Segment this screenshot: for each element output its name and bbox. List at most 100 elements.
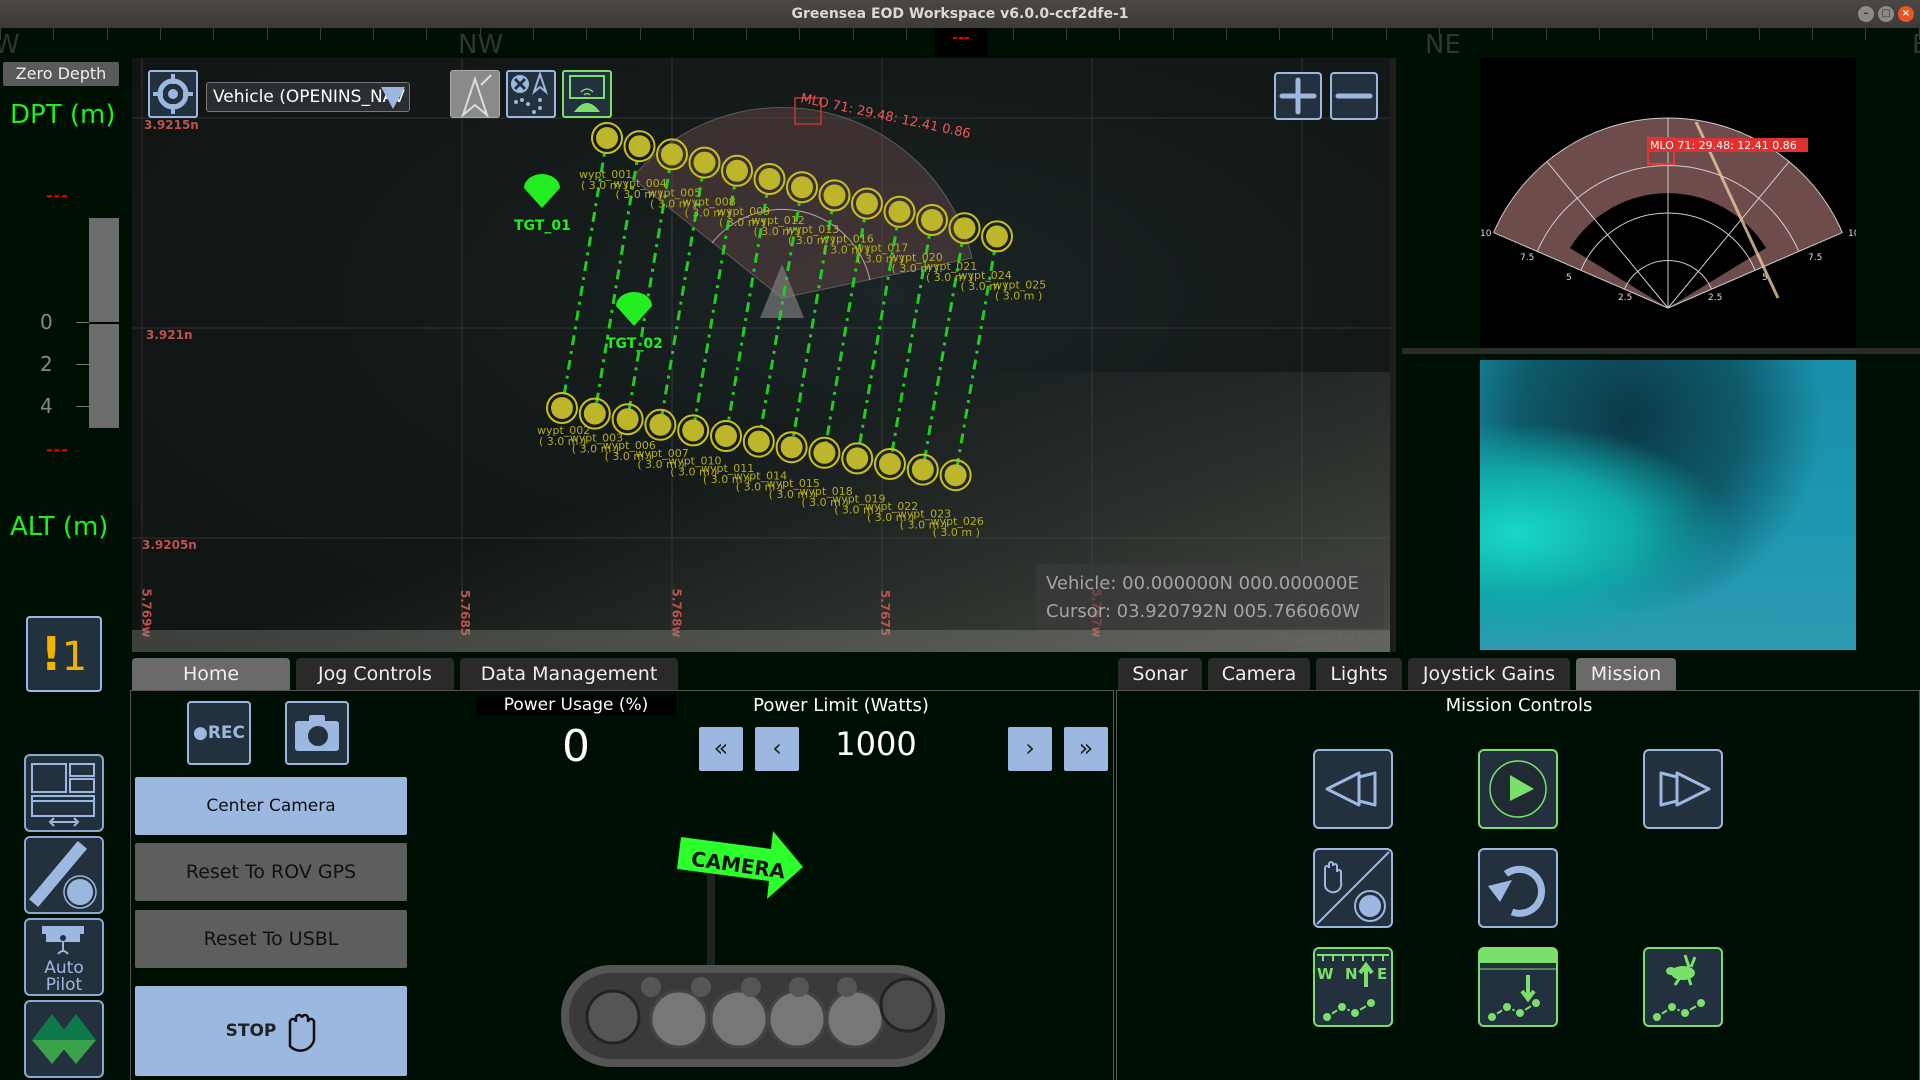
sonar-view: MLO 71: 29.48: 12.41 0.86 2.5 2.5 5 5 7.5 7.5 1… <box>1402 58 1920 348</box>
hand-stop-icon <box>1316 851 1390 925</box>
depth-path-icon <box>1480 949 1556 1023</box>
waypoint <box>823 184 846 207</box>
measure-button[interactable] <box>24 836 104 914</box>
compass-tick <box>586 28 587 40</box>
compass-tick <box>426 28 427 40</box>
power-limit-value: 1000 <box>835 725 917 763</box>
sonar-range-label: 2.5 <box>1618 293 1632 303</box>
maximize-button[interactable]: □ <box>1878 6 1894 22</box>
stop-button[interactable]: STOP <box>135 986 407 1076</box>
waypoint <box>953 217 976 240</box>
waypoint <box>856 192 878 215</box>
right-tab-bar: Sonar Camera Lights Joystick Gains Missi… <box>1118 658 1676 690</box>
tab-joystick-gains[interactable]: Joystick Gains <box>1408 658 1570 690</box>
ruler-icon <box>28 841 97 909</box>
sonar-overlay-toggle[interactable] <box>562 70 612 118</box>
left-tab-bar: Home Jog Controls Data Management <box>132 658 678 690</box>
waypoint <box>715 425 737 447</box>
sonar-range-label: 2.5 <box>1708 293 1722 303</box>
alert-count: 1 <box>61 634 88 680</box>
minimize-button[interactable]: – <box>1858 6 1874 22</box>
compass-tick <box>1226 28 1227 40</box>
layout-button[interactable] <box>24 754 104 832</box>
power-decrease-large-button[interactable]: « <box>699 727 743 771</box>
compass-tick <box>160 28 161 40</box>
waypoint <box>879 453 901 475</box>
previous-waypoint-button[interactable] <box>1313 749 1393 829</box>
north-up-button[interactable] <box>450 70 500 118</box>
left-instrument-panel: Zero Depth DPT (m) --- 0 2 4 --- ALT (m)… <box>0 58 128 1080</box>
zoom-in-button[interactable] <box>1274 72 1322 120</box>
tab-camera[interactable]: Camera <box>1208 658 1310 690</box>
alert-button[interactable]: !1 <box>26 616 102 692</box>
waypoint <box>693 151 716 174</box>
greensea-button[interactable] <box>24 1000 104 1078</box>
waypoint-depth: ( 3.0 m ) <box>933 526 980 539</box>
power-increase-large-button[interactable]: » <box>1064 727 1108 771</box>
north-arrow-icon <box>461 74 492 117</box>
tab-home[interactable]: Home <box>132 658 290 690</box>
zero-depth-button[interactable]: Zero Depth <box>3 62 119 86</box>
map-scale-strip <box>132 630 1390 652</box>
map-view[interactable]: MLO 71: 29.48: 12.41 0.86 wypt_001( 3.0 m… <box>132 58 1396 652</box>
compass-tick <box>373 28 374 40</box>
waypoint <box>780 436 803 459</box>
hold-toggle-button[interactable] <box>1313 848 1393 928</box>
compass-tick <box>1013 28 1014 40</box>
center-vehicle-button[interactable] <box>148 70 198 118</box>
hand-stop-icon <box>289 1013 316 1052</box>
compass-tick <box>799 28 800 40</box>
compass-tick <box>640 28 641 40</box>
zoom-out-button[interactable] <box>1330 72 1378 120</box>
tab-lights[interactable]: Lights <box>1316 658 1402 690</box>
compass-tick <box>1546 28 1547 40</box>
power-increase-button[interactable]: › <box>1008 727 1052 771</box>
power-usage-value: 0 <box>562 721 590 772</box>
reset-rov-gps-button[interactable]: Reset To ROV GPS <box>135 843 407 901</box>
play-mission-button[interactable] <box>1478 749 1558 829</box>
power-decrease-button[interactable]: ‹ <box>755 727 799 771</box>
clear-path-button[interactable] <box>506 70 556 118</box>
waypoint <box>813 441 836 464</box>
center-camera-button[interactable]: Center Camera <box>135 777 407 835</box>
compass-tick <box>533 28 534 40</box>
map-attribution: Powered by Esri <box>1278 632 1382 647</box>
camera-mast <box>707 871 715 971</box>
compass-tick <box>1812 28 1813 40</box>
autopilot-button[interactable]: Auto Pilot <box>24 918 104 996</box>
compass-tick <box>1865 28 1866 40</box>
heading-value: --- <box>952 30 970 46</box>
tab-mission[interactable]: Mission <box>1576 658 1676 690</box>
compass-tick <box>1652 28 1653 40</box>
depth-mode-button[interactable] <box>1478 947 1558 1027</box>
waypoint <box>747 430 770 453</box>
compass-tick <box>693 28 694 40</box>
tab-sonar[interactable]: Sonar <box>1118 658 1202 690</box>
minus-icon <box>1335 93 1373 99</box>
power-limit-title: Power Limit (Watts) <box>753 695 929 716</box>
compass-path-icon: W N E <box>1317 954 1389 1023</box>
compass-tick <box>906 28 907 40</box>
rewind-icon <box>1325 771 1377 807</box>
fast-forward-icon <box>1659 771 1711 807</box>
speed-mode-button[interactable] <box>1643 947 1723 1027</box>
restart-mission-button[interactable] <box>1478 848 1558 928</box>
vehicle-source-select[interactable]: Vehicle (OPENINS_NAV <box>206 82 410 112</box>
record-button[interactable]: ●REC <box>187 701 251 765</box>
next-waypoint-button[interactable] <box>1643 749 1723 829</box>
waypoint <box>726 159 748 182</box>
restart-icon <box>1488 865 1546 917</box>
tab-data-management[interactable]: Data Management <box>460 658 678 690</box>
waypoint <box>649 413 672 436</box>
snapshot-button[interactable] <box>285 701 349 765</box>
vehicle-orientation-graphic: CAMERA <box>561 831 945 1067</box>
home-panel: ●REC Center Camera Reset To ROV GPS Rese… <box>130 690 1114 1080</box>
reset-usbl-button[interactable]: Reset To USBL <box>135 910 407 968</box>
autopilot-icon <box>42 926 84 955</box>
close-button[interactable]: × <box>1898 6 1914 22</box>
tab-jog-controls[interactable]: Jog Controls <box>296 658 454 690</box>
compass-tick <box>1706 28 1707 40</box>
heading-mode-button[interactable]: W N E <box>1313 947 1393 1027</box>
lat-label: 3.9205n <box>142 538 197 552</box>
compass-tick <box>1066 28 1067 40</box>
